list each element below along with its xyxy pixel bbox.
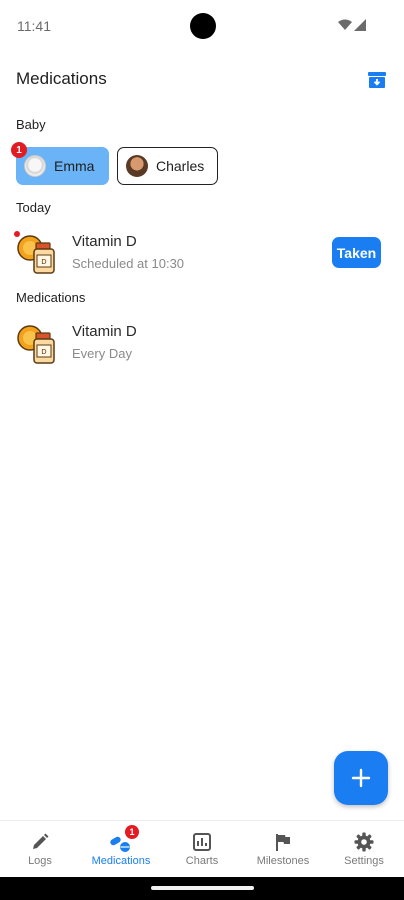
add-medication-button[interactable] — [334, 751, 388, 805]
taken-button[interactable]: Taken — [332, 237, 381, 268]
avatar — [126, 155, 148, 177]
notification-badge: 1 — [11, 142, 27, 158]
status-bar: 11:41 — [0, 0, 404, 52]
avatar — [24, 155, 46, 177]
med-name: Vitamin D — [72, 233, 137, 250]
nav-item-milestones[interactable]: Milestones — [243, 821, 323, 878]
svg-text:D: D — [41, 348, 46, 356]
archive-button[interactable] — [366, 69, 388, 91]
baby-chip-label: Emma — [54, 158, 95, 174]
med-frequency: Every Day — [72, 346, 132, 361]
nav-label: Settings — [344, 855, 384, 867]
nav-label: Logs — [28, 855, 52, 867]
notification-badge: 1 — [125, 825, 139, 839]
med-name: Vitamin D — [72, 323, 137, 340]
baby-section-label: Baby — [16, 117, 46, 132]
archive-icon — [368, 72, 386, 88]
med-schedule: Scheduled at 10:30 — [72, 256, 185, 271]
page-title: Medications — [16, 69, 107, 88]
signal-icon — [354, 19, 366, 31]
today-section-label: Today — [16, 200, 51, 215]
nav-label: Charts — [185, 855, 219, 867]
status-icons — [338, 17, 366, 33]
chart-icon — [193, 833, 211, 851]
baby-chip-emma[interactable]: 1 Emma — [11, 142, 109, 185]
medicine-bottle-icon: D — [17, 325, 55, 364]
camera-cutout — [190, 13, 216, 39]
wifi-icon — [338, 19, 352, 30]
plus-icon — [351, 768, 371, 788]
status-time: 11:41 — [17, 18, 51, 34]
baby-chip-label: Charles — [156, 158, 205, 174]
nav-item-charts[interactable]: Charts — [162, 821, 242, 878]
gear-icon — [354, 832, 374, 852]
medications-section-label: Medications — [16, 290, 86, 305]
nav-item-settings[interactable]: Settings — [324, 821, 404, 878]
nav-item-medications[interactable]: 1 Medications — [81, 821, 161, 878]
nav-label: Milestones — [256, 855, 310, 867]
bottom-navigation: Logs 1 Medications Charts Milestones Set… — [0, 820, 404, 877]
pencil-icon — [33, 833, 49, 849]
medication-row[interactable]: D Vitamin D Every Day — [14, 323, 394, 371]
nav-item-logs[interactable]: Logs — [0, 821, 80, 878]
system-gesture-bar — [0, 877, 404, 900]
home-indicator[interactable] — [151, 886, 254, 890]
baby-chip-charles[interactable]: Charles — [117, 147, 218, 185]
svg-text:D: D — [41, 258, 46, 266]
flag-icon — [276, 834, 290, 851]
nav-label: Medications — [91, 855, 151, 867]
medicine-bottle-icon: D — [17, 235, 55, 274]
